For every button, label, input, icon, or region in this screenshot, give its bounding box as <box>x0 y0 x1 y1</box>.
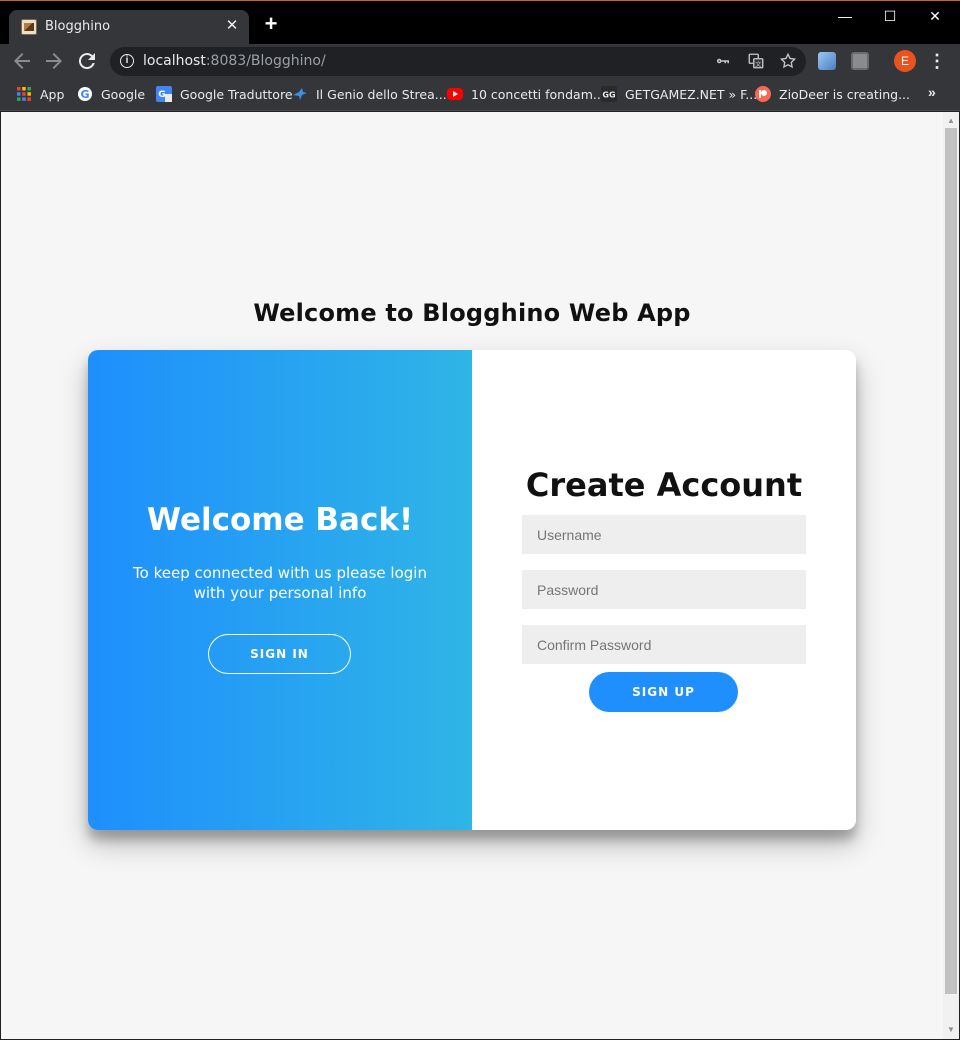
back-arrow-icon[interactable] <box>10 49 34 73</box>
bookmark-label: ZioDeer is creating... <box>779 86 910 102</box>
maximize-button[interactable]: ☐ <box>867 1 913 33</box>
svg-text:G: G <box>80 88 89 101</box>
new-tab-button[interactable]: + <box>261 13 281 35</box>
tab-close-icon[interactable]: ✕ <box>223 17 241 35</box>
sign-up-button[interactable]: SIGN UP <box>589 672 738 712</box>
info-icon[interactable]: i <box>120 54 134 68</box>
address-bar[interactable]: i localhost:8083/Blogghino/ 文 <box>110 47 806 76</box>
bookmark-label: App <box>40 86 65 102</box>
svg-text:文: 文 <box>755 60 761 68</box>
close-window-button[interactable]: ✕ <box>912 1 958 33</box>
scroll-up-arrow-icon[interactable]: ▲ <box>943 114 959 128</box>
bookmarks-bar: App G Google G Google Traduttore Il Geni… <box>0 78 960 111</box>
welcome-back-text: To keep connected with us please login w… <box>133 564 427 602</box>
translate-icon[interactable]: 文 <box>746 52 766 72</box>
key-icon[interactable] <box>713 52 733 72</box>
scrollbar-thumb[interactable] <box>945 128 957 994</box>
minimize-button[interactable]: — <box>822 1 868 33</box>
auth-card: Welcome Back! To keep connected with us … <box>88 350 856 830</box>
confirm-password-field[interactable] <box>522 625 806 664</box>
reload-icon[interactable] <box>75 49 99 73</box>
bookmark-genio-streaming[interactable]: Il Genio dello Strea... <box>292 84 447 104</box>
google-icon: G <box>77 86 93 102</box>
bookmark-label: Il Genio dello Strea... <box>316 86 447 102</box>
bookmark-google-translate[interactable]: G Google Traduttore <box>156 84 293 104</box>
bookmark-label: Google Traduttore <box>180 86 293 102</box>
patreon-icon <box>755 86 771 102</box>
tab-title: Blogghino <box>45 19 111 34</box>
svg-text:G: G <box>158 90 165 100</box>
bookmark-label: 10 concetti fondam... <box>471 86 605 102</box>
page-title: Welcome to Blogghino Web App <box>253 299 691 327</box>
url-text[interactable]: localhost:8083/Blogghino/ <box>143 53 326 69</box>
extension-icon[interactable] <box>851 52 869 70</box>
create-account-form: Create Account SIGN UP <box>472 350 856 830</box>
page-viewport: Welcome to Blogghino Web App Welcome Bac… <box>1 112 943 1039</box>
blogghino-favicon-icon <box>21 19 37 35</box>
username-field[interactable] <box>522 515 806 554</box>
bookmark-youtube[interactable]: 10 concetti fondam... <box>447 84 605 104</box>
forward-arrow-icon[interactable] <box>42 49 66 73</box>
google-translate-icon: G <box>156 86 172 102</box>
extension-cube-icon[interactable] <box>818 52 836 70</box>
sign-in-button[interactable]: SIGN IN <box>208 634 351 674</box>
bookmark-google[interactable]: G Google <box>77 84 145 104</box>
scroll-down-arrow-icon[interactable]: ▼ <box>943 1023 959 1037</box>
menu-icon[interactable]: ⋮ <box>928 49 946 73</box>
password-field[interactable] <box>522 570 806 609</box>
welcome-back-title: Welcome Back! <box>146 502 414 538</box>
bookmark-label: Google <box>101 86 146 102</box>
profile-avatar[interactable]: E <box>894 50 916 72</box>
bookmark-label: GETGAMEZ.NET » F... <box>625 86 758 102</box>
bookmark-getgamez[interactable]: GG GETGAMEZ.NET » F... <box>601 84 757 104</box>
star-icon[interactable] <box>778 52 798 72</box>
svg-text:GG: GG <box>602 91 615 100</box>
youtube-icon <box>447 88 463 100</box>
browser-toolbar: i localhost:8083/Blogghino/ 文 E ⋮ <box>0 44 960 78</box>
getgamez-icon: GG <box>601 86 617 102</box>
page-scrollbar[interactable]: ▲ ▼ <box>943 112 959 1039</box>
bookmark-app[interactable]: App <box>16 84 64 104</box>
create-account-title: Create Account <box>525 466 803 504</box>
apps-grid-icon <box>16 86 32 102</box>
browser-titlebar: Blogghino ✕ + — ☐ ✕ <box>0 0 960 45</box>
browser-tab[interactable]: Blogghino ✕ <box>9 10 249 45</box>
bird-icon <box>292 86 308 102</box>
welcome-overlay-panel: Welcome Back! To keep connected with us … <box>88 350 472 830</box>
bookmarks-overflow-button[interactable]: » <box>928 84 936 100</box>
bookmark-patreon[interactable]: ZioDeer is creating... <box>755 84 910 104</box>
